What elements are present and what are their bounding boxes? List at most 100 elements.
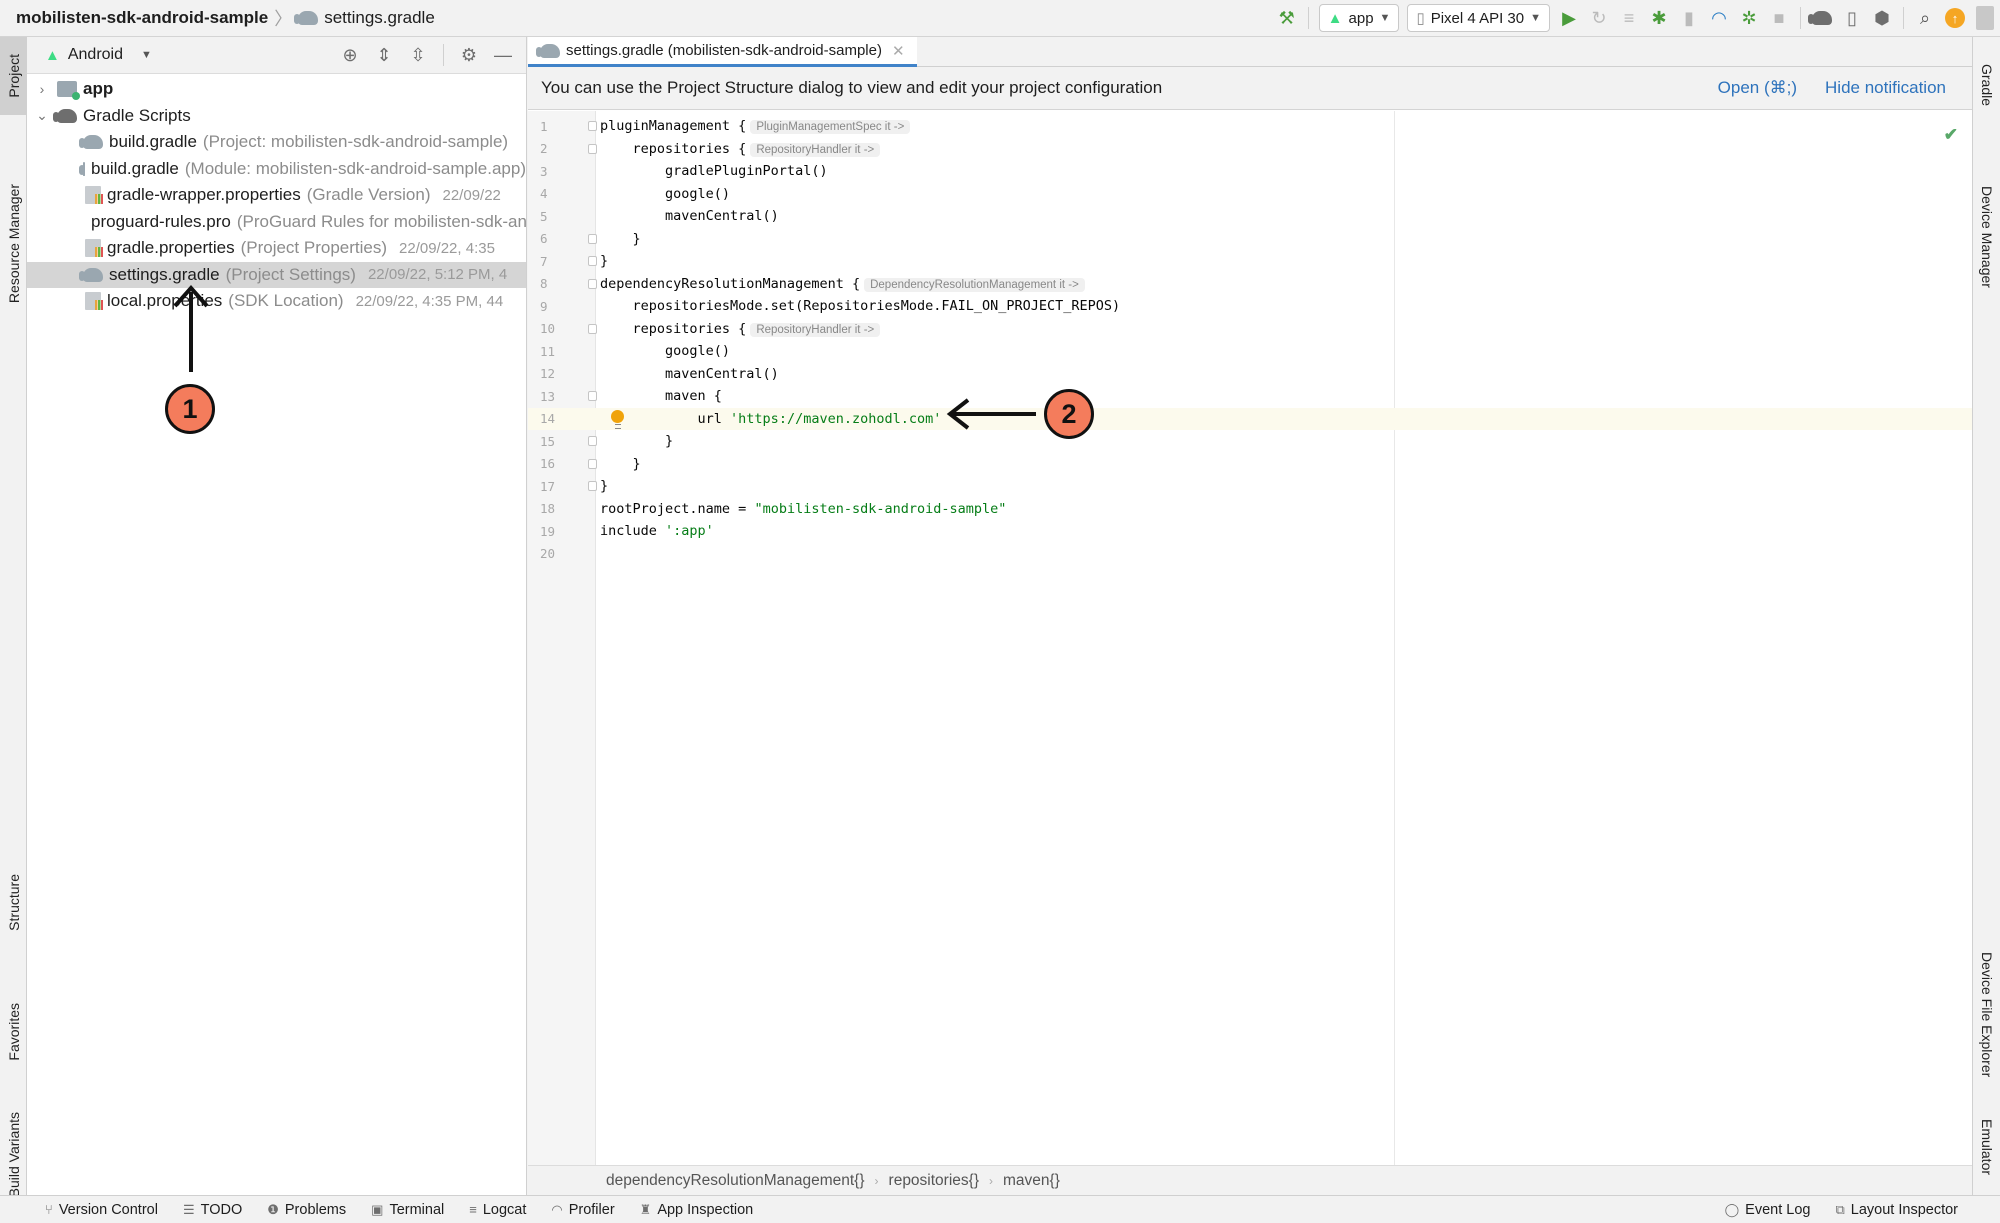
project-name[interactable]: mobilisten-sdk-android-sample <box>16 8 268 28</box>
run-config-select[interactable]: ▲ app ▼ <box>1318 4 1400 32</box>
tool-tab-project[interactable]: Project <box>0 37 27 115</box>
breadcrumb-item[interactable]: maven{} <box>1003 1172 1060 1190</box>
tree-item-build-gradle-project[interactable]: build.gradle (Project: mobilisten-sdk-an… <box>27 129 526 156</box>
tool-version-control[interactable]: ⑂ Version Control <box>45 1202 158 1218</box>
tool-app-inspection[interactable]: ♜ App Inspection <box>640 1202 754 1218</box>
collapse-all-icon[interactable]: ⇳ <box>403 40 433 70</box>
line-number[interactable]: 9 <box>528 299 578 314</box>
breadcrumb-item[interactable]: dependencyResolutionManagement{} <box>606 1172 865 1190</box>
locate-icon[interactable]: ⊕ <box>335 40 365 70</box>
tool-todo[interactable]: ☰ TODO <box>183 1202 242 1218</box>
apply-code-changes-icon[interactable]: ≡ <box>1614 3 1644 33</box>
line-number[interactable]: 19 <box>528 524 578 539</box>
code-area[interactable]: 1 pluginManagement {PluginManagementSpec … <box>528 111 1972 1165</box>
breadcrumb-item[interactable]: repositories{} <box>889 1172 979 1190</box>
tool-event-log[interactable]: ◯ Event Log <box>1725 1202 1811 1218</box>
inlay-hint[interactable]: RepositoryHandler it -> <box>750 322 881 337</box>
apply-changes-icon[interactable]: ↻ <box>1584 3 1614 33</box>
fold-marker-icon[interactable] <box>588 481 597 492</box>
device-select[interactable]: ▯ Pixel 4 API 30 ▼ <box>1407 4 1550 32</box>
build-hammer-icon[interactable]: ⚒ <box>1272 3 1302 33</box>
fold-marker-icon[interactable] <box>588 436 597 447</box>
chevron-down-icon[interactable]: ▼ <box>141 49 152 61</box>
fold-marker-icon[interactable] <box>588 323 597 334</box>
stop-icon[interactable]: ■ <box>1764 3 1794 33</box>
inlay-hint[interactable]: DependencyResolutionManagement it -> <box>864 277 1085 292</box>
line-number[interactable]: 18 <box>528 501 578 516</box>
code-line[interactable]: 14 url 'https://maven.zohodl.com' <box>528 407 1972 430</box>
line-number[interactable]: 5 <box>528 209 578 224</box>
line-number[interactable]: 1 <box>528 119 578 134</box>
fold-marker-icon[interactable] <box>588 233 597 244</box>
line-number[interactable]: 14 <box>528 411 578 426</box>
tool-logcat[interactable]: ≡ Logcat <box>469 1202 526 1218</box>
code-line[interactable]: 5 mavenCentral() <box>528 205 1972 228</box>
current-file-name[interactable]: settings.gradle <box>324 8 435 28</box>
tool-terminal[interactable]: ▣ Terminal <box>371 1202 444 1218</box>
no-problems-check-icon[interactable]: ✔ <box>1944 125 1958 145</box>
open-project-structure-link[interactable]: Open (⌘;) <box>1718 78 1797 98</box>
line-number[interactable]: 6 <box>528 231 578 246</box>
line-number[interactable]: 15 <box>528 434 578 449</box>
expand-all-icon[interactable]: ⇕ <box>369 40 399 70</box>
tree-item-local-properties[interactable]: local.properties (SDK Location) 22/09/22… <box>27 288 526 315</box>
tool-layout-inspector[interactable]: ⧉ Layout Inspector <box>1835 1202 1958 1218</box>
fold-marker-icon[interactable] <box>588 121 597 132</box>
code-line[interactable]: 7} <box>528 250 1972 273</box>
line-number[interactable]: 16 <box>528 456 578 471</box>
code-line[interactable]: 12 mavenCentral() <box>528 363 1972 386</box>
inlay-hint[interactable]: PluginManagementSpec it -> <box>750 120 911 135</box>
attach-debugger-icon[interactable]: ▮ <box>1674 3 1704 33</box>
code-line[interactable]: 6 } <box>528 228 1972 251</box>
tree-item-build-gradle-module[interactable]: build.gradle (Module: mobilisten-sdk-and… <box>27 156 526 183</box>
line-number[interactable]: 17 <box>528 479 578 494</box>
hide-panel-icon[interactable]: — <box>488 40 518 70</box>
code-line[interactable]: 1 pluginManagement {PluginManagementSpec … <box>528 115 1972 138</box>
line-number[interactable]: 13 <box>528 389 578 404</box>
account-icon[interactable] <box>1970 3 2000 33</box>
tool-problems[interactable]: ❶ Problems <box>267 1202 346 1218</box>
tab-settings-gradle[interactable]: settings.gradle (mobilisten-sdk-android-… <box>528 37 917 67</box>
hide-notification-link[interactable]: Hide notification <box>1825 78 1946 98</box>
tool-tab-device-file-explorer[interactable]: Device File Explorer <box>1973 912 2000 1117</box>
tree-item-settings-gradle[interactable]: settings.gradle (Project Settings) 22/09… <box>27 261 526 288</box>
code-line[interactable]: 2 repositories {RepositoryHandler it -> <box>528 138 1972 161</box>
tree-item-proguard-rules[interactable]: proguard-rules.pro (ProGuard Rules for m… <box>27 209 526 236</box>
code-line[interactable]: 8 dependencyResolutionManagement {Depende… <box>528 273 1972 296</box>
code-line[interactable]: 11 google() <box>528 340 1972 363</box>
code-line[interactable]: 9 repositoriesMode.set(RepositoriesMode.… <box>528 295 1972 318</box>
project-view-select[interactable]: Android <box>68 46 123 64</box>
code-line[interactable]: 20 <box>528 543 1972 566</box>
line-number[interactable]: 8 <box>528 276 578 291</box>
code-line[interactable]: 15 } <box>528 430 1972 453</box>
avd-manager-icon[interactable]: ▯ <box>1837 3 1867 33</box>
line-number[interactable]: 3 <box>528 164 578 179</box>
debug-attach-icon[interactable]: ✲ <box>1734 3 1764 33</box>
search-icon[interactable]: ⌕ <box>1910 3 1940 33</box>
code-line[interactable]: 16 } <box>528 453 1972 476</box>
fold-marker-icon[interactable] <box>588 391 597 402</box>
tool-tab-emulator[interactable]: Emulator <box>1973 1097 2000 1197</box>
debug-icon[interactable]: ✱ <box>1644 3 1674 33</box>
code-line[interactable]: 19 include ':app' <box>528 520 1972 543</box>
line-number[interactable]: 7 <box>528 254 578 269</box>
line-number[interactable]: 4 <box>528 186 578 201</box>
tool-tab-gradle[interactable]: Gradle <box>1973 45 2000 125</box>
gear-icon[interactable]: ⚙ <box>454 40 484 70</box>
fold-marker-icon[interactable] <box>588 278 597 289</box>
line-number[interactable]: 2 <box>528 141 578 156</box>
chevron-right-icon[interactable]: › <box>33 81 51 97</box>
update-icon[interactable]: ↑ <box>1940 3 1970 33</box>
line-number[interactable]: 20 <box>528 546 578 561</box>
tree-item-gradle-wrapper-properties[interactable]: gradle-wrapper.properties (Gradle Versio… <box>27 182 526 209</box>
code-line[interactable]: 3 gradlePluginPortal() <box>528 160 1972 183</box>
fold-marker-icon[interactable] <box>588 256 597 267</box>
sdk-manager-icon[interactable]: ⬢ <box>1867 3 1897 33</box>
tool-profiler[interactable]: ◠ Profiler <box>551 1202 614 1218</box>
tree-item-app[interactable]: › app <box>27 76 526 103</box>
inlay-hint[interactable]: RepositoryHandler it -> <box>750 142 881 157</box>
line-number[interactable]: 11 <box>528 344 578 359</box>
lightbulb-icon[interactable] <box>611 409 624 429</box>
chevron-down-icon[interactable]: ⌄ <box>33 107 51 124</box>
run-icon[interactable]: ▶ <box>1554 3 1584 33</box>
